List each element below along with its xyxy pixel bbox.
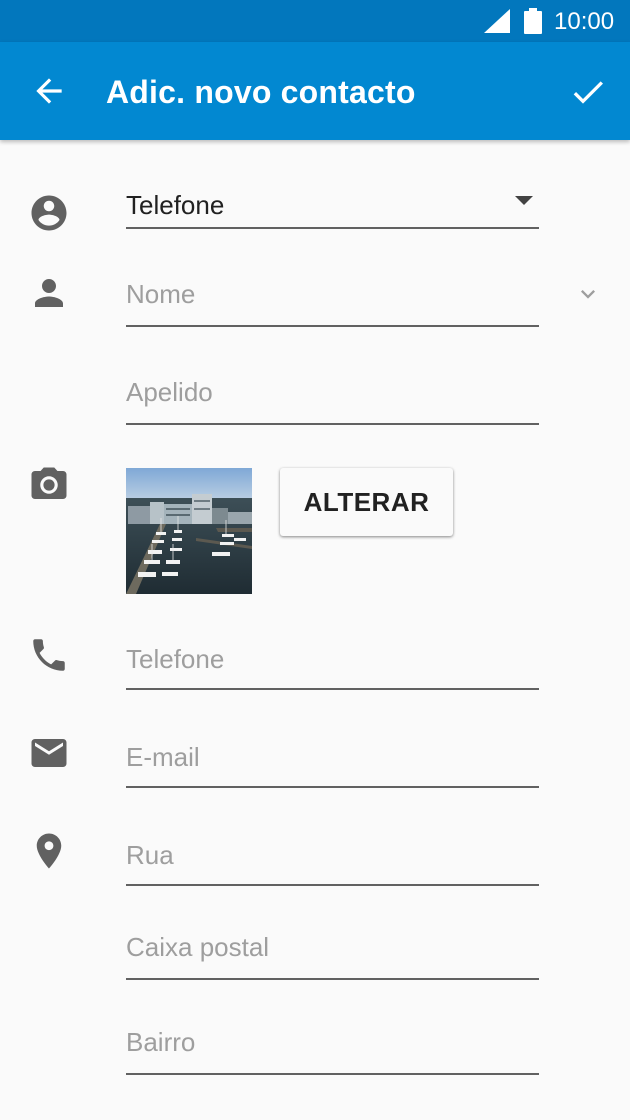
status-bar: 10:00 bbox=[0, 0, 630, 42]
last-name-placeholder: Apelido bbox=[126, 377, 213, 407]
phone-icon bbox=[33, 639, 65, 671]
phone-field[interactable]: Telefone bbox=[126, 630, 539, 690]
po-box-placeholder: Caixa postal bbox=[126, 932, 270, 962]
arrow-left-icon[interactable] bbox=[30, 72, 68, 110]
first-name-placeholder: Nome bbox=[126, 279, 196, 309]
contact-form: Telefone Nome Apelido ALTERAR Telefone E… bbox=[0, 140, 630, 1120]
chevron-down-icon[interactable] bbox=[574, 280, 602, 308]
po-box-field[interactable]: Caixa postal bbox=[126, 922, 539, 980]
contact-photo-image bbox=[126, 468, 252, 594]
dropdown-arrow-icon bbox=[515, 196, 533, 205]
street-placeholder: Rua bbox=[126, 840, 174, 870]
neighborhood-placeholder: Bairro bbox=[126, 1027, 196, 1057]
last-name-field[interactable]: Apelido bbox=[126, 366, 539, 425]
phone-placeholder: Telefone bbox=[126, 644, 225, 674]
person-icon bbox=[35, 279, 63, 307]
street-field[interactable]: Rua bbox=[126, 826, 539, 886]
check-icon[interactable] bbox=[568, 72, 608, 112]
signal-icon bbox=[484, 9, 510, 33]
email-icon bbox=[31, 739, 67, 767]
email-field[interactable]: E-mail bbox=[126, 728, 539, 788]
account-selector-value: Telefone bbox=[126, 190, 225, 220]
account-selector[interactable]: Telefone bbox=[126, 180, 539, 229]
first-name-field[interactable]: Nome bbox=[126, 270, 539, 327]
contact-photo[interactable] bbox=[126, 468, 252, 594]
battery-icon bbox=[524, 8, 542, 34]
page-title: Adic. novo contacto bbox=[106, 74, 416, 110]
camera-icon bbox=[31, 467, 67, 499]
neighborhood-field[interactable]: Bairro bbox=[126, 1016, 539, 1075]
account-circle-icon bbox=[31, 195, 67, 231]
location-pin-icon bbox=[36, 833, 62, 869]
change-photo-button[interactable]: ALTERAR bbox=[280, 468, 453, 536]
email-placeholder: E-mail bbox=[126, 742, 200, 772]
status-time: 10:00 bbox=[554, 8, 615, 35]
app-bar: Adic. novo contacto bbox=[0, 42, 630, 140]
